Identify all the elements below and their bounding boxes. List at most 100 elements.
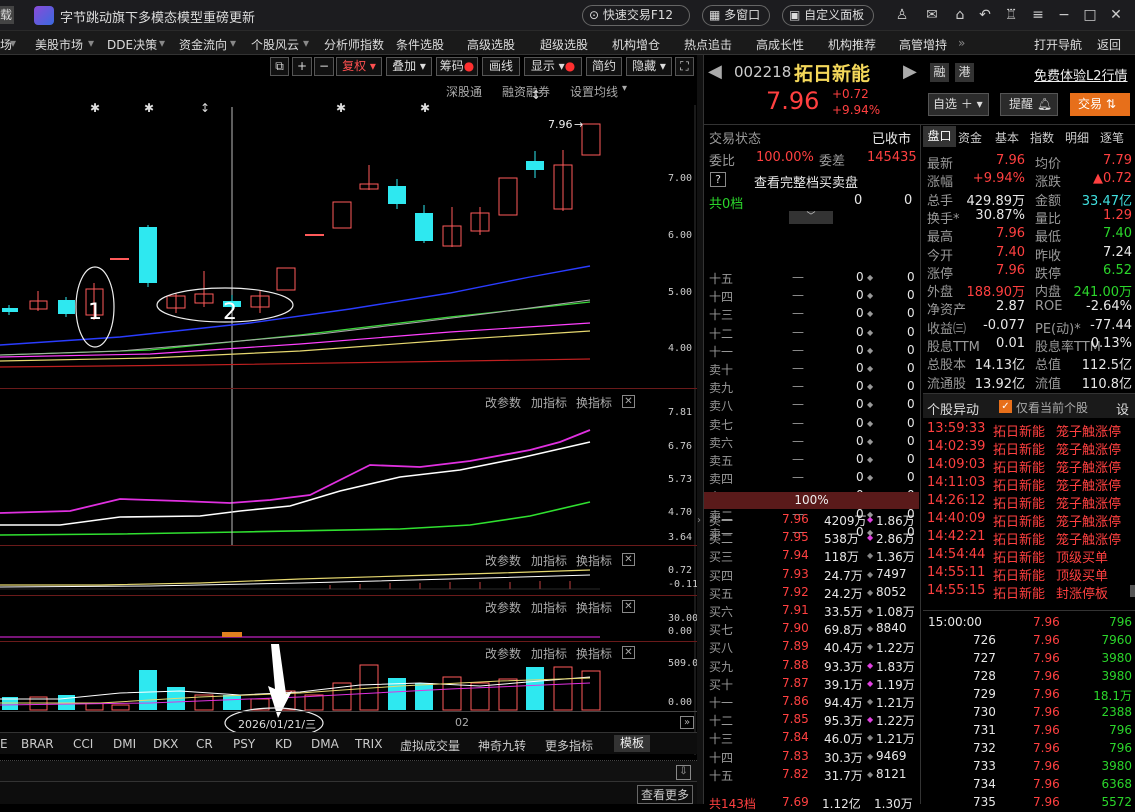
switch-indicator-link[interactable]: 换指标 xyxy=(576,645,612,662)
close-pane-icon[interactable]: ✕ xyxy=(622,553,635,566)
next-stock-icon[interactable]: ▶ xyxy=(903,61,917,82)
menu-item[interactable]: 高成长性 xyxy=(756,36,804,53)
menu-item[interactable]: 高管增持 xyxy=(899,36,947,53)
edit-params-link[interactable]: 改参数 xyxy=(485,599,521,616)
close-icon[interactable]: ✕ xyxy=(1107,6,1125,24)
tab-dmi[interactable]: DMI xyxy=(113,737,136,751)
edit-params-link[interactable]: 改参数 xyxy=(485,645,521,662)
back-icon[interactable]: ↶ xyxy=(976,6,994,24)
ask-row[interactable]: 卖四 —0 ◆ 0 xyxy=(704,468,919,486)
bid-row[interactable]: 买二 7.95 538万 ◆ 2.86万 xyxy=(704,528,919,546)
ask-row[interactable]: 十四 —0 ◆ 0 xyxy=(704,286,919,304)
tab-dkx[interactable]: DKX xyxy=(153,737,178,751)
ask-row[interactable]: 十五 —0 ◆ 0 xyxy=(704,268,919,286)
tab-index[interactable]: 指数 xyxy=(1030,129,1054,146)
bid-row[interactable]: 十二 7.85 95.3万 ◆ 1.22万 xyxy=(704,710,919,728)
tab-template[interactable]: 模板 xyxy=(614,735,650,752)
add-watchlist-button[interactable]: 自选 ＋ ▾ xyxy=(928,93,989,116)
ask-row[interactable]: 卖八 —0 ◆ 0 xyxy=(704,395,919,413)
ask-row[interactable]: 卖十 —0 ◆ 0 xyxy=(704,359,919,377)
left-tab[interactable]: 载 xyxy=(0,6,14,24)
news-headline[interactable]: 字节跳动旗下多模态模型重磅更新 xyxy=(60,7,255,26)
more-icon[interactable]: » xyxy=(958,36,965,50)
menu-item[interactable]: 资金流向 xyxy=(179,36,227,53)
alert-row[interactable]: 14:40:09 拓日新能 笼子触涨停 xyxy=(923,510,1135,530)
menu-item[interactable]: 高级选股 xyxy=(467,36,515,53)
tab-psy[interactable]: PSY xyxy=(233,737,255,751)
l2-trial-link[interactable]: 免费体验L2行情 xyxy=(1034,65,1128,84)
add-indicator-link[interactable]: 加指标 xyxy=(531,394,567,411)
menu-item[interactable]: 机构增仓 xyxy=(612,36,660,53)
bid-row[interactable]: 买五 7.92 24.2万 ◆ 8052 xyxy=(704,583,919,601)
margin-tag[interactable]: 融 xyxy=(930,63,949,82)
ask-row[interactable]: 卖五 —0 ◆ 0 xyxy=(704,450,919,468)
mail-icon[interactable]: ✉ xyxy=(923,6,941,24)
alert-row[interactable]: 14:02:39 拓日新能 笼子触涨停 xyxy=(923,438,1135,458)
maximize-icon[interactable]: □ xyxy=(1081,6,1099,24)
scroll-right-icon[interactable]: » xyxy=(680,716,694,729)
bid-row[interactable]: 买一 7.96 4209万 ◆ 1.86万 xyxy=(704,510,919,528)
alert-row[interactable]: 13:59:33 拓日新能 笼子触涨停 xyxy=(923,420,1135,440)
bid-row[interactable]: 买九 7.88 93.3万 ◆ 1.83万 xyxy=(704,656,919,674)
custom-panel-button[interactable]: ▣ 自定义面板 xyxy=(782,5,874,26)
tab-magic-nine[interactable]: 神奇九转 xyxy=(478,737,526,754)
alert-row[interactable]: 14:26:12 拓日新能 笼子触涨停 xyxy=(923,492,1135,512)
alert-row[interactable]: 14:11:03 拓日新能 笼子触涨停 xyxy=(923,474,1135,494)
bid-row[interactable]: 买四 7.93 24.7万 ◆ 7497 xyxy=(704,565,919,583)
remind-button[interactable]: 提醒 🔔︎ xyxy=(1000,93,1058,116)
ask-row[interactable]: 卖七 —0 ◆ 0 xyxy=(704,414,919,432)
tab-cci[interactable]: CCI xyxy=(73,737,93,751)
switch-indicator-link[interactable]: 换指标 xyxy=(576,394,612,411)
bid-row[interactable]: 买六 7.91 33.5万 ◆ 1.08万 xyxy=(704,601,919,619)
tab-cr[interactable]: CR xyxy=(196,737,213,751)
bid-row[interactable]: 十三 7.84 46.0万 ◆ 1.21万 xyxy=(704,728,919,746)
tab-brar[interactable]: BRAR xyxy=(21,737,54,751)
tab-kd[interactable]: KD xyxy=(275,737,292,751)
bid-row[interactable]: 买八 7.89 40.4万 ◆ 1.22万 xyxy=(704,637,919,655)
tab-trix[interactable]: TRIX xyxy=(355,737,382,751)
expand-up-icon[interactable]: ﹀ xyxy=(789,211,833,224)
alerts-settings-button[interactable]: 设 xyxy=(1116,399,1129,418)
close-pane-icon[interactable]: ✕ xyxy=(622,646,635,659)
bid-row[interactable]: 买十 7.87 39.1万 ◆ 1.19万 xyxy=(704,674,919,692)
tab-basic[interactable]: 基本 xyxy=(995,129,1019,146)
switch-indicator-link[interactable]: 换指标 xyxy=(576,599,612,616)
menu-item[interactable]: DDE决策 xyxy=(107,36,157,53)
shirt-icon[interactable]: ♖ xyxy=(1002,6,1020,24)
home-icon[interactable]: ⌂ xyxy=(951,6,969,24)
edit-params-link[interactable]: 改参数 xyxy=(485,394,521,411)
minimize-icon[interactable]: − xyxy=(1055,6,1073,24)
quick-trade-button[interactable]: ⊙ 快速交易F12 xyxy=(582,5,690,26)
close-pane-icon[interactable]: ✕ xyxy=(622,600,635,613)
trade-button[interactable]: 交易 ⇅ xyxy=(1070,93,1130,116)
ask-row[interactable]: 十一 —0 ◆ 0 xyxy=(704,341,919,359)
switch-indicator-link[interactable]: 换指标 xyxy=(576,552,612,569)
collapse-panel-icon[interactable]: ⇩ xyxy=(676,765,691,780)
close-pane-icon[interactable]: ✕ xyxy=(622,395,635,408)
bid-row[interactable]: 买七 7.90 69.8万 ◆ 8840 xyxy=(704,619,919,637)
ask-row[interactable]: 卖六 —0 ◆ 0 xyxy=(704,432,919,450)
alert-row[interactable]: 14:54:44 拓日新能 顶级买单 xyxy=(923,546,1135,566)
user-icon[interactable]: ♙ xyxy=(893,6,911,24)
menu-item[interactable]: 热点追击 xyxy=(684,36,732,53)
view-more-button[interactable]: 查看更多 xyxy=(637,785,694,804)
add-indicator-link[interactable]: 加指标 xyxy=(531,599,567,616)
menu-icon[interactable]: ≡ xyxy=(1029,6,1047,24)
ask-row[interactable]: 十三 —0 ◆ 0 xyxy=(704,304,919,322)
tab-e[interactable]: E xyxy=(0,737,8,751)
help-icon[interactable]: ? xyxy=(710,172,726,187)
multi-window-button[interactable]: ▦ 多窗口 xyxy=(702,5,770,26)
menu-item[interactable]: 返回 xyxy=(1097,36,1121,53)
ask-row[interactable]: 卖九 —0 ◆ 0 xyxy=(704,377,919,395)
full-book-link[interactable]: 查看完整档买卖盘 xyxy=(754,172,858,191)
menu-item[interactable]: 分析师指数 xyxy=(324,36,384,53)
tab-details[interactable]: 明细 xyxy=(1065,129,1089,146)
tab-more-indicators[interactable]: 更多指标 xyxy=(545,737,593,754)
prev-stock-icon[interactable]: ◀ xyxy=(708,61,722,82)
tab-funds[interactable]: 资金 xyxy=(958,129,982,146)
tab-order-book[interactable]: 盘口 xyxy=(923,126,956,147)
tab-virtual-volume[interactable]: 虚拟成交量 xyxy=(400,737,460,754)
alert-row[interactable]: 14:55:11 拓日新能 顶级买单 xyxy=(923,564,1135,584)
hk-connect-tag[interactable]: 港 xyxy=(955,63,974,82)
tab-dma[interactable]: DMA xyxy=(311,737,339,751)
